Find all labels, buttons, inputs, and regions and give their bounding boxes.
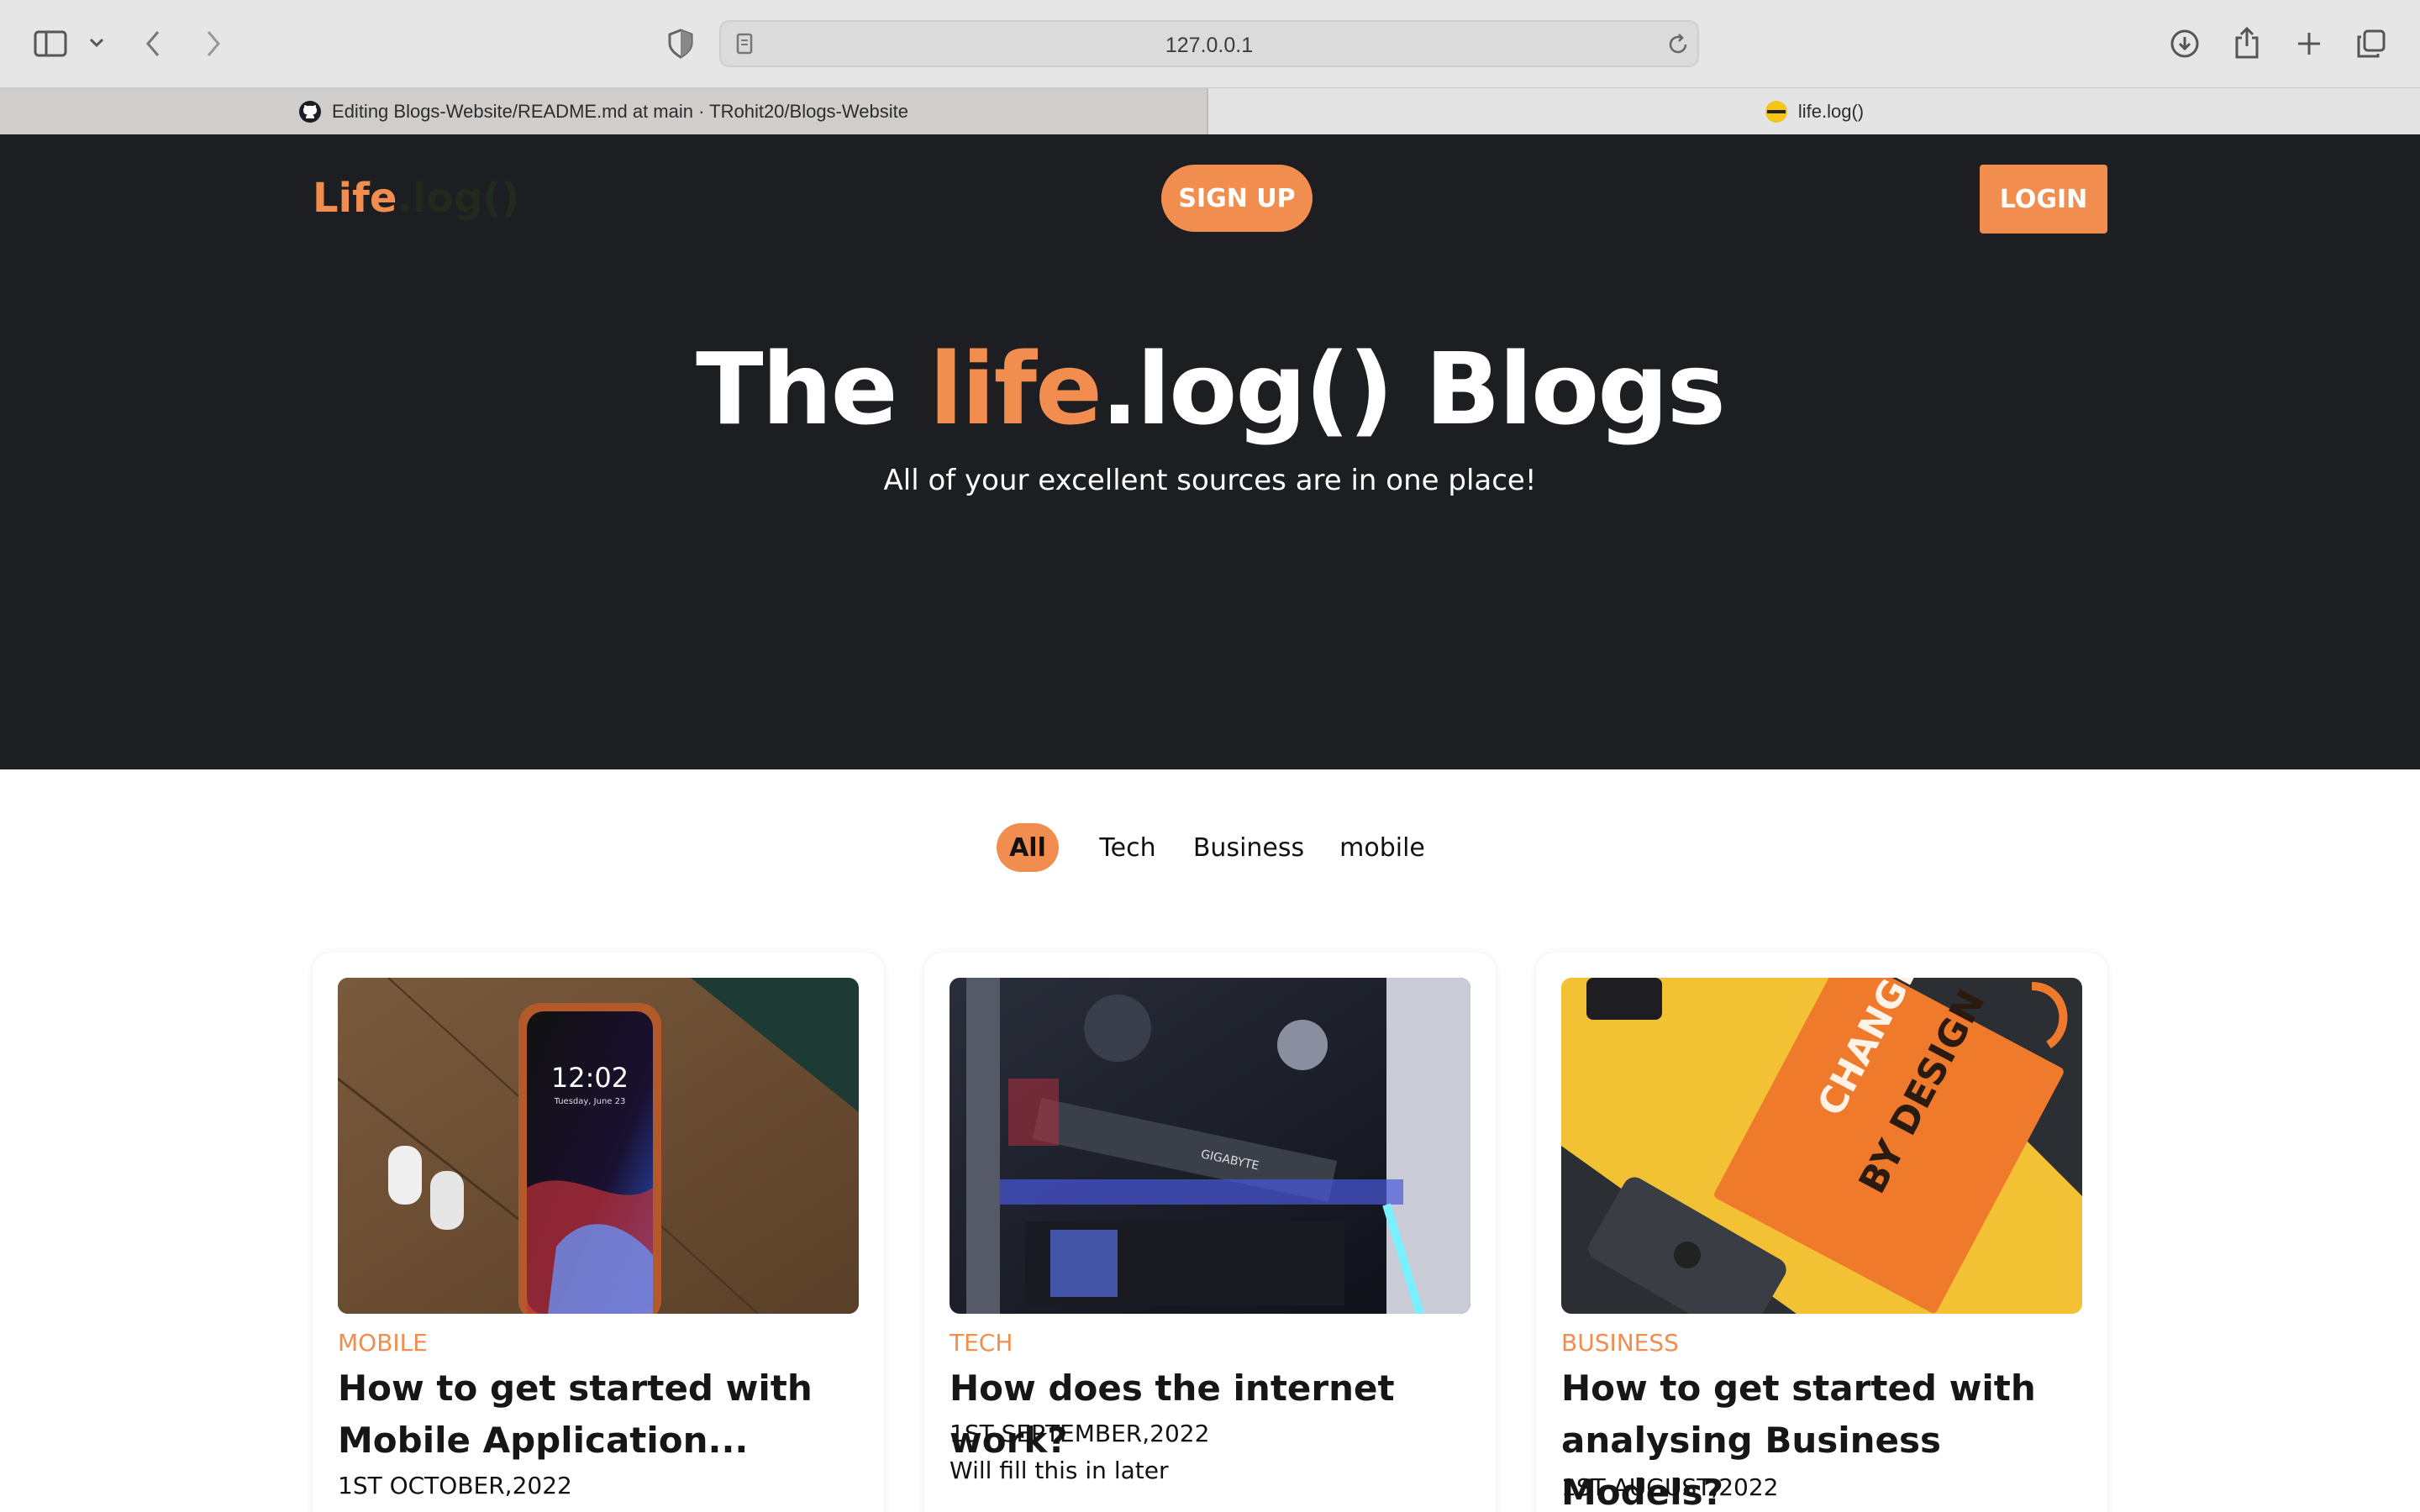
tab-title: Editing Blogs-Website/README.md at main …	[332, 101, 908, 122]
card-title[interactable]: How does the internet work?	[950, 1362, 1487, 1467]
blog-card-business[interactable]: CHANGE BY DESIGN BUSINESS How to get sta…	[1536, 953, 2107, 1512]
forward-icon[interactable]	[195, 25, 232, 62]
svg-text:Tuesday, June 23: Tuesday, June 23	[554, 1097, 626, 1106]
category-filters: All Tech Business mobile	[0, 823, 2420, 874]
hero-subtitle: All of your excellent sources are in one…	[883, 464, 1537, 497]
logo-part-log: .log()	[397, 175, 520, 222]
download-icon[interactable]	[2166, 25, 2203, 62]
chevron-down-icon[interactable]	[84, 30, 109, 55]
browser-toolbar: 127.0.0.1	[0, 0, 2420, 87]
privacy-shield-icon[interactable]	[664, 25, 697, 62]
address-bar[interactable]: 127.0.0.1	[719, 20, 1699, 67]
tab-github[interactable]: Editing Blogs-Website/README.md at main …	[0, 88, 1208, 135]
filter-tech[interactable]: Tech	[1092, 823, 1163, 872]
hero-title-start: The	[696, 331, 929, 447]
new-tab-icon[interactable]	[2291, 25, 2328, 62]
card-date: 1ST AUGUST,2022	[1561, 1473, 1779, 1501]
sidebar-icon[interactable]	[32, 25, 69, 62]
card-description: Will fill this in later	[950, 1457, 1169, 1484]
share-icon[interactable]	[2228, 24, 2265, 62]
svg-text:12:02: 12:02	[551, 1062, 629, 1094]
tab-lifelog[interactable]: life.log()	[1208, 88, 2420, 135]
card-date: 1ST OCTOBER,2022	[338, 1472, 572, 1499]
card-category: BUSINESS	[1561, 1329, 1679, 1357]
card-image-book[interactable]: CHANGE BY DESIGN	[1561, 978, 2082, 1314]
site-logo[interactable]: Life.log()	[313, 175, 519, 222]
signup-button[interactable]: SIGN UP	[1161, 165, 1313, 232]
card-date: 1ST SEPTEMBER,2022	[950, 1420, 1210, 1447]
blog-card-tech[interactable]: GIGABYTE TECH How does the internet work…	[924, 953, 1496, 1512]
hero-title: The life.log() Blogs	[0, 331, 2420, 447]
filter-all[interactable]: All	[997, 823, 1059, 872]
card-category: MOBILE	[338, 1329, 428, 1357]
site-favicon-icon	[1765, 100, 1788, 123]
github-icon	[298, 100, 322, 123]
url-text: 127.0.0.1	[1165, 34, 1254, 57]
tab-bar: Editing Blogs-Website/README.md at main …	[0, 87, 2420, 135]
card-image-pc-hardware[interactable]: GIGABYTE	[950, 978, 1470, 1314]
tab-title: life.log()	[1797, 101, 1865, 122]
logo-part-life: Life	[313, 175, 397, 222]
hero-title-accent: life	[929, 331, 1102, 447]
filter-mobile[interactable]: mobile	[1336, 823, 1428, 872]
card-image-phone[interactable]: 12:02 Tuesday, June 23	[338, 978, 859, 1314]
tab-overview-icon[interactable]	[2353, 25, 2390, 62]
back-icon[interactable]	[134, 25, 171, 62]
hero-title-end: .log() Blogs	[1100, 331, 1726, 447]
reload-icon[interactable]	[1665, 32, 1691, 57]
hero-section: Life.log() SIGN UP LOGIN The life.log() …	[0, 134, 2420, 769]
filter-business[interactable]: Business	[1192, 823, 1306, 872]
blog-card-mobile[interactable]: 12:02 Tuesday, June 23 MOBILE How to get…	[313, 953, 884, 1512]
card-category: TECH	[950, 1329, 1013, 1357]
login-button[interactable]: LOGIN	[1980, 165, 2107, 234]
card-title[interactable]: How to get started with Mobile Applicati…	[338, 1362, 876, 1467]
